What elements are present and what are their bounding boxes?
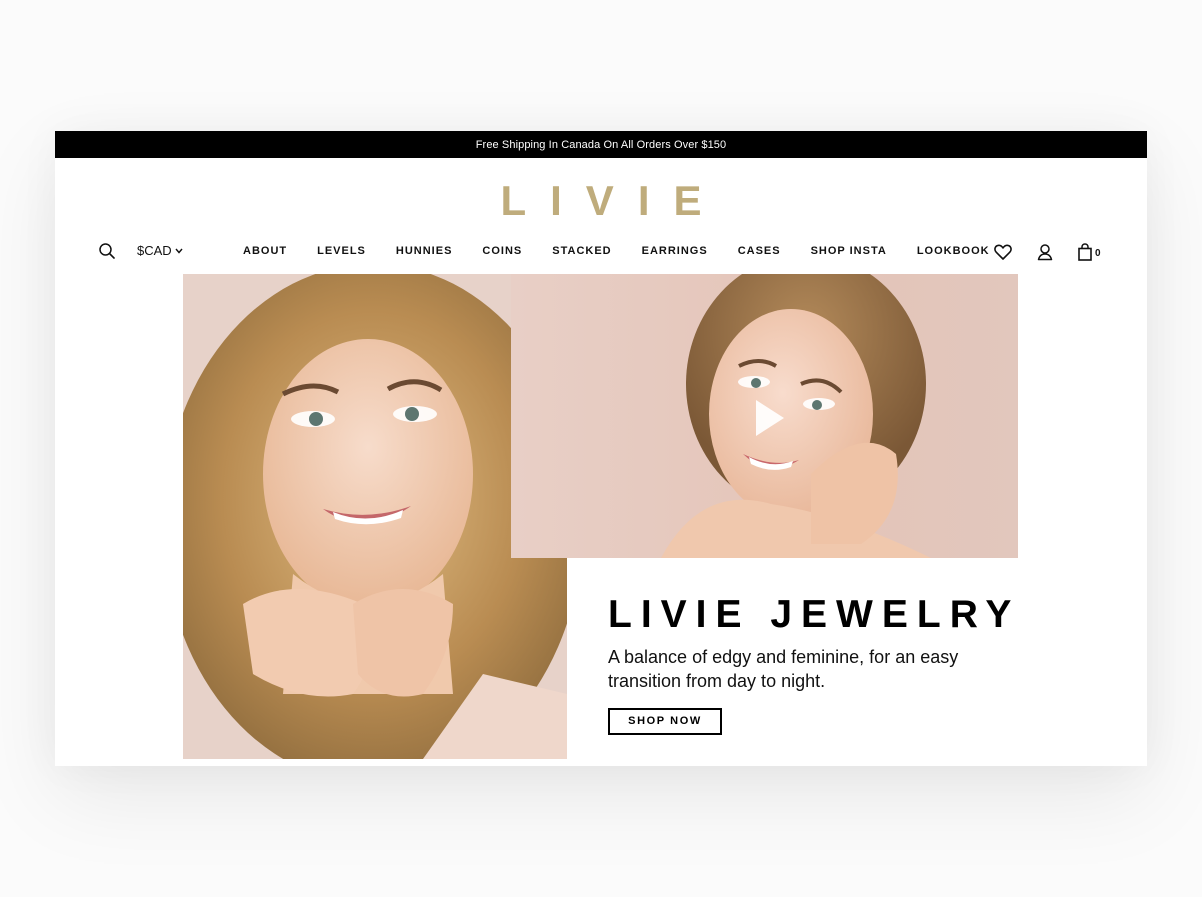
currency-selector[interactable]: $CAD <box>137 243 183 258</box>
shopping-bag-icon[interactable] <box>1075 242 1095 262</box>
nav-link-lookbook[interactable]: LOOKBOOK <box>917 245 990 257</box>
play-icon[interactable] <box>746 396 790 440</box>
search-icon[interactable] <box>98 242 116 260</box>
cart-count: 0 <box>1095 248 1101 259</box>
nav-link-levels[interactable]: LEVELS <box>317 245 366 257</box>
browser-page: Free Shipping In Canada On All Orders Ov… <box>55 131 1147 766</box>
nav-links: ABOUT LEVELS HUNNIES COINS STACKED EARRI… <box>243 245 990 257</box>
nav-link-cases[interactable]: CASES <box>738 245 781 257</box>
user-icon[interactable] <box>1035 242 1055 262</box>
hero-content: LIVIE JEWELRY A balance of edgy and femi… <box>608 593 1020 735</box>
hero-subtitle: A balance of edgy and feminine, for an e… <box>608 647 959 691</box>
currency-label: $CAD <box>137 243 172 258</box>
chevron-down-icon <box>175 248 183 254</box>
heart-icon[interactable] <box>993 242 1013 262</box>
hero-title: LIVIE JEWELRY <box>608 593 1021 636</box>
hero-video[interactable] <box>511 274 1018 558</box>
model-portrait-left <box>183 274 567 759</box>
main-navigation: $CAD ABOUT LEVELS HUNNIES COINS STACKED … <box>55 241 1147 263</box>
announcement-text: Free Shipping In Canada On All Orders Ov… <box>475 138 727 151</box>
nav-link-about[interactable]: ABOUT <box>243 245 287 257</box>
announcement-bar: Free Shipping In Canada On All Orders Ov… <box>55 131 1147 158</box>
nav-link-shop-insta[interactable]: SHOP INSTA <box>811 245 887 257</box>
shop-now-button[interactable]: SHOP NOW <box>608 708 722 735</box>
nav-link-earrings[interactable]: EARRINGS <box>642 245 708 257</box>
brand-logo[interactable]: LIVIE <box>55 179 1147 223</box>
nav-link-coins[interactable]: COINS <box>482 245 522 257</box>
nav-link-hunnies[interactable]: HUNNIES <box>396 245 453 257</box>
hero-image-left <box>183 274 567 759</box>
nav-link-stacked[interactable]: STACKED <box>552 245 611 257</box>
